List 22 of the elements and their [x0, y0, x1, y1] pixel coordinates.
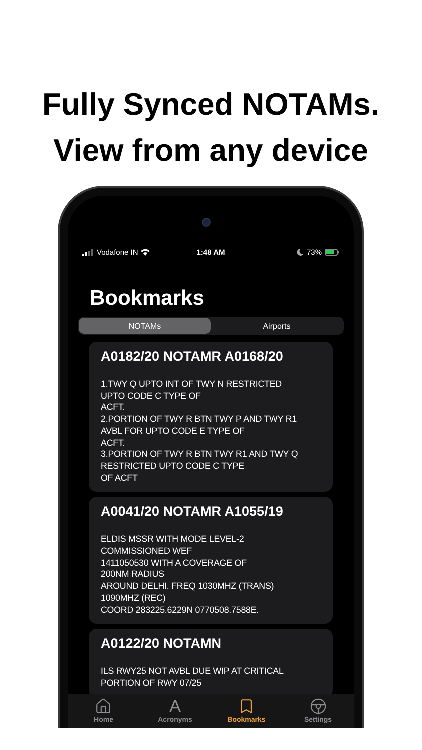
- segment-tab[interactable]: NOTAMs: [79, 318, 211, 334]
- camera-icon: [202, 218, 210, 227]
- notam-title: A0041/20 NOTAMR A1055/19: [101, 504, 284, 520]
- signal-icon: [82, 248, 94, 256]
- notam-card[interactable]: [89, 342, 333, 492]
- notam-title: A0122/20 NOTAMN: [101, 636, 223, 652]
- headline: View from any device: [54, 132, 368, 170]
- steering-wheel-icon: [310, 698, 327, 715]
- notam-text: ILS RWY25 NOT AVBL DUE WIP AT CRITICAL PORTION OF RWY 07/25: [101, 666, 285, 690]
- page-title: Bookmarks: [89, 286, 206, 311]
- notam-title: A0182/20 NOTAMR A0168/20: [101, 349, 284, 364]
- wifi-icon: [141, 248, 150, 256]
- moon-icon: [297, 248, 304, 256]
- notam-text: ELDIS MSSR WITH MODE LEVEL-2 COMMISSIONED WEF 1411050530 WITH A COVERAGE OF 200NM RADIUS AROUND DELHI. FREQ 1030MHZ (TRANS) 1090MHZ (REC) COORD 283225.6229N 0770508.7588E.: [101, 534, 276, 616]
- headline: Fully Synced NOTAMs.: [42, 86, 380, 124]
- segment-tab[interactable]: Airports: [211, 318, 343, 334]
- notam-card[interactable]: A0122/20 NOTAMN ILS RWY25 NOT AVBL DUE WIP AT CRITICAL PORTION OF RWY 07/25: [89, 629, 333, 694]
- battery-icon: [325, 248, 340, 256]
- letter-icon: A: [170, 698, 181, 715]
- notam-card[interactable]: A0041/20 NOTAMR A1055/19 ELDIS MSSR WITH MODE LEVEL-2 COMMISSIONED WEF 1411050530 WITH A COVERAGE OF 200NM RADIUS AROUND DELHI. FREQ 1030MHZ (TRANS) 1090MHZ (REC) COORD 283225.6229N 0770508.7588E.: [89, 497, 333, 624]
- home-icon: [95, 698, 112, 715]
- notam-text: 1.TWY Q UPTO INT OF TWY N RESTRICTED UPTO CODE C TYPE OF ACFT. 2.PORTION OF TWY R BTN TWY P AND TWY R1 AVBL FOR UPTO CODE E TYPE OF ACFT. 3.PORTION OF TWY R BTN TWY R1 AND TWY Q RESTRICTED UPTO CODE C TYPE OF ACFT: [101, 379, 300, 484]
